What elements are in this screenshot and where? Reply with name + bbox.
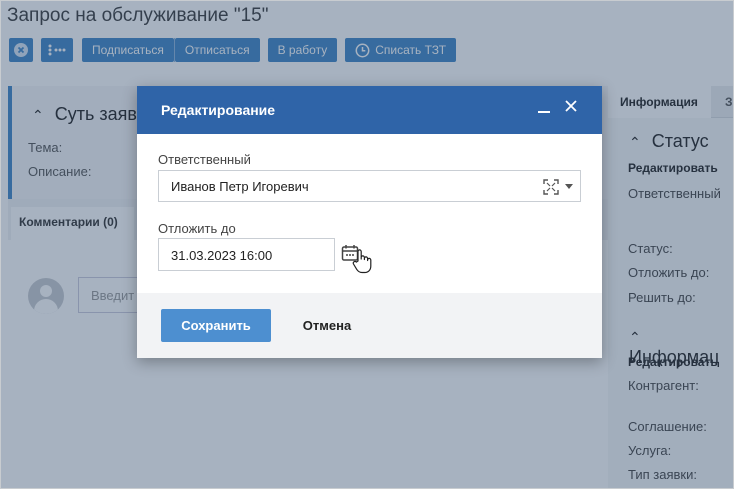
postpone-date-input[interactable]: 31.03.2023 16:00	[158, 238, 335, 271]
responsible-field-label: Ответственный	[158, 152, 251, 167]
save-button[interactable]: Сохранить	[161, 309, 271, 342]
minimize-icon	[538, 111, 550, 113]
app-window: Запрос на обслуживание "15" Подписаться …	[0, 0, 734, 489]
hand-cursor-icon	[351, 248, 373, 274]
dialog-title: Редактирование	[161, 102, 276, 118]
chevron-down-icon[interactable]	[565, 184, 573, 189]
postpone-field-label: Отложить до	[158, 221, 236, 236]
edit-dialog: Редактирование Ответственный Иванов Петр…	[137, 86, 602, 358]
postpone-date-value: 31.03.2023 16:00	[171, 248, 273, 263]
cancel-button[interactable]: Отмена	[287, 309, 367, 342]
responsible-value: Иванов Петр Игоревич	[171, 179, 309, 194]
dialog-header: Редактирование	[137, 86, 602, 134]
close-button[interactable]	[564, 98, 578, 118]
responsible-select[interactable]: Иванов Петр Игоревич	[158, 170, 581, 202]
dialog-footer: Сохранить Отмена	[137, 293, 602, 358]
expand-icon[interactable]	[543, 179, 559, 195]
close-icon	[565, 100, 577, 112]
minimize-button[interactable]	[537, 100, 551, 119]
